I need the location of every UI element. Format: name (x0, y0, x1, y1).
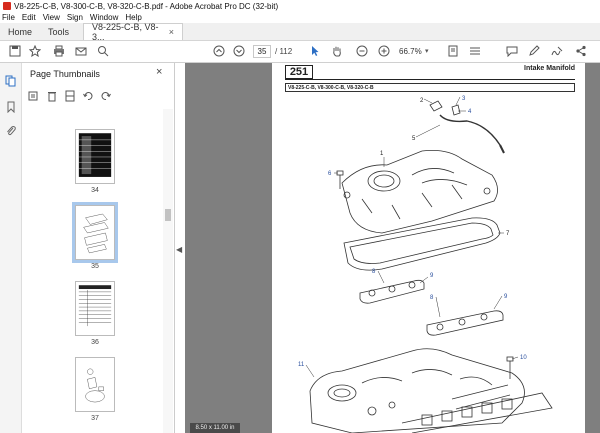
rotate-right-icon[interactable] (100, 90, 112, 102)
scrollbar-thumb[interactable] (165, 209, 171, 221)
attachment-icon[interactable] (5, 125, 17, 137)
tab-bar: Home Tools V8-225-C-B, V8-3... × (0, 22, 600, 42)
zoom-level[interactable]: 66.7% (399, 47, 422, 56)
menu-help[interactable]: Help (125, 13, 141, 22)
tab-home[interactable]: Home (0, 23, 40, 40)
close-icon[interactable]: × (169, 27, 174, 37)
menu-edit[interactable]: Edit (22, 13, 36, 22)
comment-icon[interactable] (505, 44, 519, 58)
tab-document[interactable]: V8-225-C-B, V8-3... × (83, 22, 184, 42)
cursor-icon[interactable] (308, 44, 322, 58)
panel-title: Page Thumbnails (30, 69, 100, 79)
thumbnail-label: 36 (91, 339, 99, 346)
pdf-page: 251 Intake Manifold V8-225-C-B, V8-300-C… (272, 63, 585, 433)
mail-icon[interactable] (74, 44, 88, 58)
star-icon[interactable] (28, 44, 42, 58)
callout-10: 10 (520, 355, 527, 361)
intake-manifold-exploded-diagram: 1 2 3 4 5 6 7 8 9 8 9 10 11 (298, 96, 553, 433)
sign-icon[interactable] (550, 44, 564, 58)
section-title: Intake Manifold (524, 65, 575, 72)
thumbnail-list: 34 35 36 37 (22, 109, 167, 433)
thumbnail-page-37[interactable] (75, 357, 115, 412)
divider (285, 79, 575, 80)
callout-6: 6 (328, 171, 332, 177)
callout-3: 3 (462, 96, 466, 102)
page-thumbnails-icon[interactable] (5, 75, 17, 87)
trash-icon[interactable] (46, 90, 58, 102)
callout-11: 11 (298, 362, 305, 368)
share-icon[interactable] (574, 44, 588, 58)
bookmark-icon[interactable] (5, 101, 17, 114)
toolbar: 35 / 112 66.7% ▾ (0, 41, 600, 63)
minus-icon[interactable] (355, 44, 369, 58)
search-icon[interactable] (96, 44, 110, 58)
collapse-panel-icon[interactable]: ◀ (176, 245, 182, 254)
scroll-mode-icon[interactable] (468, 44, 482, 58)
document-page-number: 251 (285, 65, 313, 79)
page-size-indicator: 8.50 x 11.00 in (190, 423, 240, 433)
thumbnail-page-35[interactable] (72, 202, 118, 263)
close-icon[interactable]: × (156, 66, 162, 78)
callout-4: 4 (468, 109, 472, 115)
save-icon[interactable] (8, 44, 22, 58)
thumbnail-label: 37 (91, 415, 99, 422)
thumbnail-page-36[interactable] (75, 281, 115, 336)
menu-view[interactable]: View (43, 13, 60, 22)
thumbnail-label: 34 (91, 187, 99, 194)
model-list: V8-225-C-B, V8-300-C-B, V8-320-C-B (285, 83, 575, 92)
chevron-down-icon[interactable]: ▾ (425, 47, 429, 55)
thumbnail-scrollbar[interactable] (163, 109, 173, 433)
rotate-left-icon[interactable] (82, 90, 94, 102)
fit-page-icon[interactable] (446, 44, 460, 58)
callout-1: 1 (380, 151, 384, 157)
thumbnail-label: 35 (91, 263, 99, 270)
acrobat-logo-icon (3, 2, 11, 10)
options-menu-icon[interactable] (28, 90, 40, 102)
hand-icon[interactable] (330, 44, 344, 58)
thumbnail-page-34[interactable] (75, 129, 115, 184)
print-icon[interactable] (52, 44, 66, 58)
window-title: V8-225-C-B, V8-300-C-B, V8-320-C-B.pdf -… (14, 1, 279, 11)
thumbnails-panel: Page Thumbnails × 34 35 36 37 (22, 63, 175, 433)
plus-icon[interactable] (377, 44, 391, 58)
panel-toolbar (28, 89, 112, 103)
callout-8-lower: 8 (430, 295, 434, 301)
tab-document-label: V8-225-C-B, V8-3... (92, 22, 159, 42)
page-total: / 112 (275, 47, 293, 56)
pen-icon[interactable] (527, 44, 541, 58)
page-number-input[interactable]: 35 (253, 45, 271, 58)
navigation-rail (0, 63, 22, 433)
arrow-up-icon[interactable] (212, 44, 226, 58)
callout-9-lower: 9 (504, 294, 508, 300)
menu-file[interactable]: File (2, 13, 15, 22)
callout-2: 2 (420, 98, 424, 104)
menu-bar: File Edit View Sign Window Help (0, 12, 600, 23)
tab-tools[interactable]: Tools (40, 23, 77, 40)
document-viewer[interactable]: 251 Intake Manifold V8-225-C-B, V8-300-C… (185, 63, 600, 433)
extract-pages-icon[interactable] (64, 90, 76, 102)
callout-7: 7 (506, 231, 510, 237)
arrow-down-icon[interactable] (232, 44, 246, 58)
callout-5: 5 (412, 136, 416, 142)
menu-window[interactable]: Window (90, 13, 118, 22)
title-bar: V8-225-C-B, V8-300-C-B, V8-320-C-B.pdf -… (0, 0, 600, 12)
callout-9: 9 (430, 273, 434, 279)
menu-sign[interactable]: Sign (67, 13, 83, 22)
